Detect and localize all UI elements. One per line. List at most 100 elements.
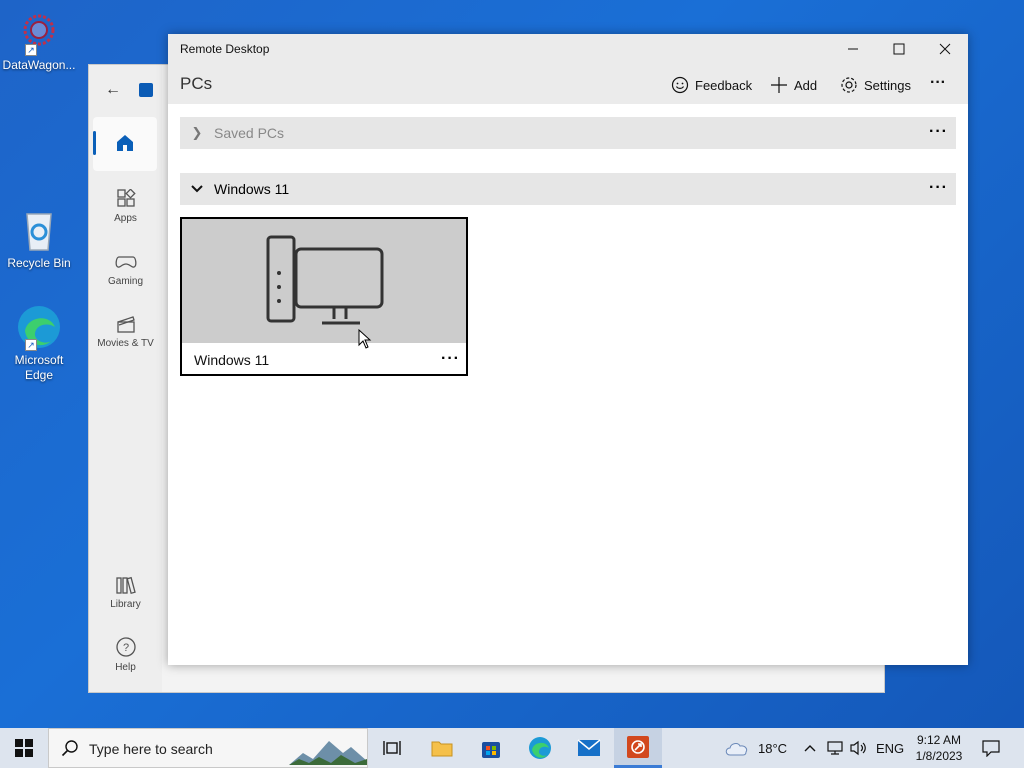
desktop-icon-label: Microsoft Edge (14, 353, 64, 382)
clapperboard-icon (116, 316, 135, 333)
remote-desktop-icon (627, 735, 649, 758)
network-button[interactable] (826, 728, 844, 768)
volume-button[interactable] (849, 728, 867, 768)
close-button[interactable] (922, 34, 968, 64)
datawagon-icon: ↗ (15, 8, 63, 56)
rail-item-library[interactable]: Library (89, 575, 162, 610)
window-title: Remote Desktop (180, 42, 270, 56)
group-more-button[interactable]: ··· (929, 123, 948, 141)
page-title: PCs (180, 74, 213, 93)
mouse-cursor-icon (358, 329, 372, 349)
help-icon: ? (115, 637, 136, 657)
minimize-icon (848, 48, 858, 50)
edge-icon (529, 737, 551, 759)
taskbar-remote-desktop[interactable] (614, 728, 662, 768)
store-bag-icon (482, 742, 500, 758)
weather-temperature: 18°C (758, 740, 788, 756)
desktop-icon-datawagon[interactable]: ↗ DataWagon... (1, 8, 77, 73)
maximize-icon (893, 43, 905, 55)
store-nav-rail: ← Apps Gaming Movies & TV Library ? Help (89, 65, 162, 692)
settings-label: Settings (864, 77, 911, 93)
close-icon (939, 43, 951, 55)
add-label: Add (794, 77, 818, 93)
chevron-up-icon (804, 745, 816, 752)
more-icon: ··· (930, 74, 946, 91)
desktop-icon-recycle-bin[interactable]: Recycle Bin (1, 206, 77, 271)
pc-list: ❯ Saved PCs ··· Windows 11 ··· Windows 1… (168, 104, 968, 665)
rail-item-gaming[interactable]: Gaming (89, 252, 162, 287)
rail-item-label: Help (115, 662, 136, 673)
feedback-label: Feedback (695, 77, 753, 93)
desktop-icon-label: DataWagon... (2, 58, 76, 72)
search-highlight-image (289, 741, 367, 765)
desktop-icon-label: Recycle Bin (7, 256, 71, 270)
desktop-icon-edge[interactable]: ↗ Microsoft Edge (1, 303, 77, 383)
group-header-windows-11[interactable]: Windows 11 ··· (180, 173, 956, 205)
network-icon (827, 741, 843, 755)
apps-icon (116, 189, 136, 207)
recycle-bin-icon (15, 206, 63, 254)
back-arrow-icon[interactable]: ← (105, 81, 121, 99)
rail-item-movies[interactable]: Movies & TV (89, 314, 162, 349)
selection-indicator (93, 131, 96, 155)
pc-tile[interactable]: Windows 11 ··· (180, 217, 468, 376)
taskbar-search-box[interactable]: Type here to search (48, 728, 368, 768)
minimize-button[interactable] (830, 34, 876, 64)
plus-icon (771, 77, 787, 93)
rail-item-label: Apps (114, 213, 137, 224)
edge-icon: ↗ (15, 303, 63, 351)
svg-text:?: ? (122, 642, 128, 654)
title-bar[interactable]: Remote Desktop PCs Feedback Add Settings… (168, 34, 968, 104)
clock-date: 1/8/2023 (915, 749, 963, 763)
desktop-computer-icon (266, 235, 384, 325)
group-label: Windows 11 (214, 181, 290, 197)
start-button[interactable] (0, 728, 48, 768)
folder-icon (431, 741, 453, 757)
rail-item-help[interactable]: ? Help (89, 636, 162, 673)
rail-item-home[interactable] (93, 117, 157, 171)
taskbar-edge[interactable] (516, 728, 564, 768)
search-placeholder: Type here to search (89, 741, 213, 757)
show-hidden-icons-button[interactable] (803, 728, 817, 768)
speaker-icon (850, 740, 866, 756)
pc-tile-label: Windows 11 (194, 352, 270, 368)
task-view-icon (383, 741, 401, 755)
taskbar-store[interactable] (467, 728, 515, 768)
gamepad-icon (115, 256, 136, 268)
library-icon (115, 576, 136, 595)
notifications-button[interactable] (982, 728, 1000, 768)
windows-logo-icon (15, 739, 33, 757)
weather-widget[interactable]: 18°C (724, 728, 787, 768)
taskbar: Type here to search 18°C ENG 9:12 AM 1/8… (0, 728, 1024, 768)
search-icon (61, 740, 78, 757)
more-options-button[interactable]: ··· (930, 74, 946, 92)
pc-tile-more-button[interactable]: ··· (441, 350, 460, 368)
remote-desktop-window: Remote Desktop PCs Feedback Add Settings… (168, 34, 968, 665)
rail-item-label: Library (110, 599, 141, 610)
maximize-button[interactable] (876, 34, 922, 64)
feedback-button[interactable]: Feedback (671, 76, 752, 94)
rail-item-label: Gaming (107, 276, 143, 287)
add-button[interactable]: Add (770, 76, 817, 94)
taskbar-file-explorer[interactable] (418, 728, 466, 768)
task-view-button[interactable] (368, 728, 416, 768)
notification-icon (982, 740, 1000, 757)
rail-item-apps[interactable]: Apps (89, 189, 162, 224)
group-header-saved-pcs[interactable]: ❯ Saved PCs ··· (180, 117, 956, 149)
mail-icon (577, 739, 601, 756)
home-icon (117, 135, 133, 151)
group-more-button[interactable]: ··· (929, 179, 948, 197)
store-logo-icon (139, 83, 153, 97)
group-label: Saved PCs (214, 125, 285, 141)
pc-thumbnail (182, 219, 466, 349)
chevron-right-icon: ❯ (191, 125, 203, 140)
cloud-icon (725, 743, 748, 756)
clock-time: 9:12 AM (916, 733, 962, 747)
rail-item-label: Movies & TV (97, 338, 154, 349)
gear-icon (841, 77, 857, 93)
input-language-button[interactable]: ENG (876, 728, 904, 768)
clock[interactable]: 9:12 AM 1/8/2023 (908, 732, 970, 764)
taskbar-mail[interactable] (565, 728, 613, 768)
settings-button[interactable]: Settings (840, 76, 911, 94)
smiley-icon (671, 76, 689, 94)
